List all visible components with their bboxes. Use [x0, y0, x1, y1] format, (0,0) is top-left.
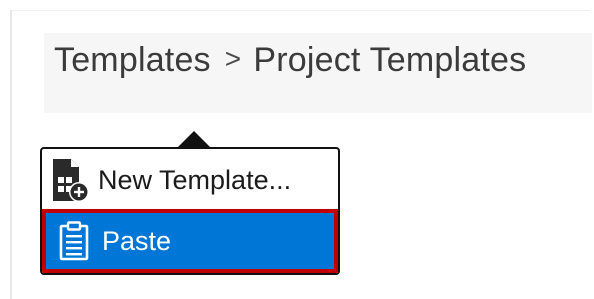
menu-pointer [178, 131, 210, 147]
new-template-icon [42, 152, 98, 208]
breadcrumb-separator: > [224, 43, 242, 74]
breadcrumb-root[interactable]: Templates [54, 41, 211, 79]
breadcrumb-current: Project Templates [253, 41, 527, 79]
breadcrumb-bar: Templates > Project Templates [44, 33, 592, 113]
menu-item-paste[interactable]: Paste [42, 209, 338, 273]
menu-item-label-new-template: New Template... [98, 164, 292, 195]
menu-item-new-template[interactable]: New Template... [42, 151, 338, 209]
menu-item-label-paste: Paste [102, 225, 172, 256]
context-menu: New Template... Paste [40, 147, 340, 275]
breadcrumb: Templates > Project Templates [54, 41, 526, 80]
clipboard-icon [46, 213, 102, 269]
